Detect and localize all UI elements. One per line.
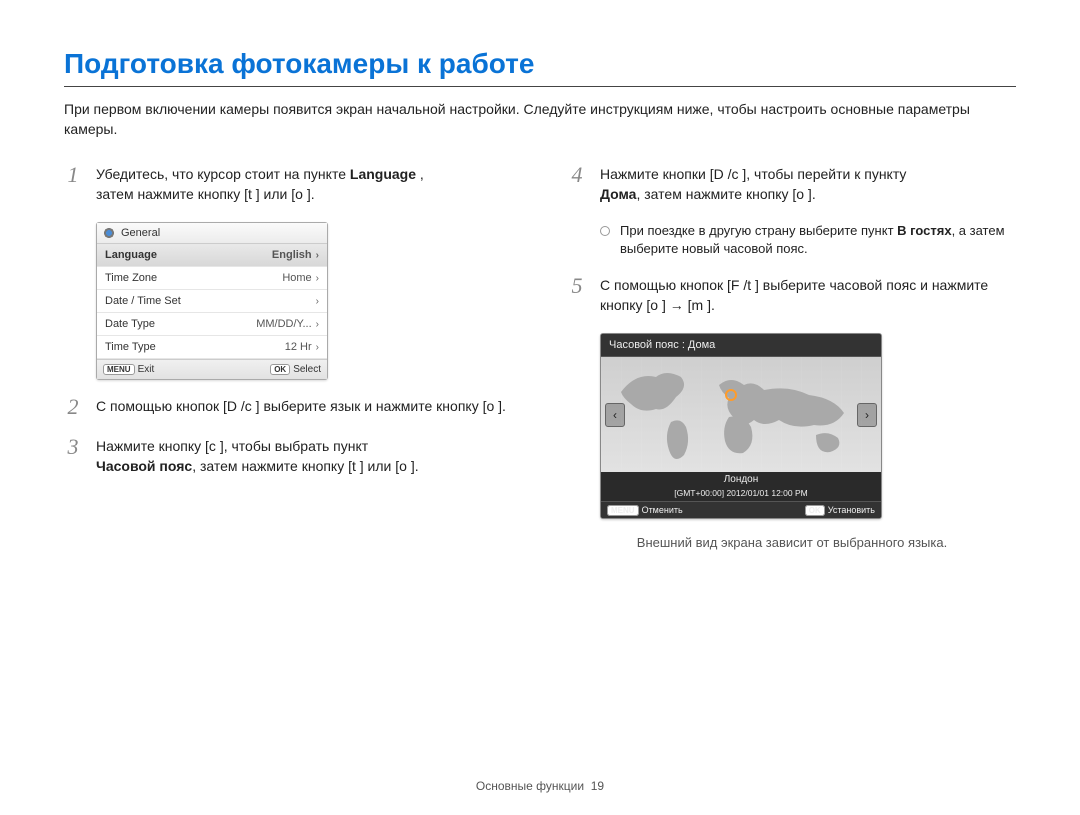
chevron-right-icon: › (316, 250, 319, 261)
keyword-timezone: Часовой пояс (96, 458, 192, 474)
step-2: 2 С помощью кнопок [D /c ] выберите язык… (64, 396, 512, 418)
right-column: 4 Нажмите кнопки [D /c ], чтобы перейти … (568, 164, 1016, 551)
step-1: 1 Убедитесь, что курсор стоит на пункте … (64, 164, 512, 205)
tz-timestamp: [GMT+00:00] 2012/01/01 12:00 PM (601, 487, 881, 502)
text: затем нажмите кнопку [t ] или [o ]. (96, 186, 315, 202)
row-value: Home (282, 272, 311, 284)
footer-section: Основные функции (476, 779, 584, 793)
row-label: Language (105, 249, 157, 261)
keyword-language: Language (350, 166, 416, 182)
menu-chip[interactable]: MENU (607, 505, 639, 516)
row-value: 12 Hr (285, 341, 312, 353)
lcd-row-language[interactable]: Language English › (97, 244, 327, 267)
left-column: 1 Убедитесь, что курсор стоит на пункте … (64, 164, 512, 551)
title-rule (64, 86, 1016, 87)
gear-icon (103, 227, 115, 239)
chevron-right-icon: › (316, 296, 319, 307)
text: Убедитесь, что курсор стоит на пункте (96, 166, 350, 182)
text: , (416, 166, 424, 182)
bullet-icon (600, 226, 610, 236)
camera-lcd-timezone: Часовой пояс : Дома ‹ › (600, 333, 882, 519)
step-number: 3 (64, 436, 82, 477)
tz-footer: MENUОтменить OKУстановить (601, 502, 881, 518)
step-4: 4 Нажмите кнопки [D /c ], чтобы перейти … (568, 164, 1016, 205)
step-number: 1 (64, 164, 82, 205)
world-map: ‹ › (601, 357, 881, 472)
row-label: Date / Time Set (105, 295, 181, 307)
step-number: 5 (568, 275, 586, 316)
intro-text: При первом включении камеры появится экр… (64, 99, 1016, 140)
map-icon (601, 357, 881, 472)
text: Нажмите кнопки [D /c ], чтобы перейти к … (600, 166, 906, 182)
step-5: 5 С помощью кнопок [F /t ] выберите часо… (568, 275, 1016, 316)
step-4-subnote: При поездке в другую страну выберите пун… (568, 222, 1016, 258)
footer-action: Установить (828, 505, 875, 515)
footer-action: Exit (138, 364, 155, 375)
keyword-away: В гостях (897, 223, 951, 238)
footer-action: Select (293, 364, 321, 375)
page-footer: Основные функции 19 (0, 779, 1080, 793)
text: Нажмите кнопку [c ], чтобы выбрать пункт (96, 438, 368, 454)
row-label: Time Zone (105, 272, 157, 284)
step-text: С помощью кнопок [F /t ] выберите часово… (600, 275, 1016, 316)
row-value: English (272, 249, 312, 261)
text: , затем нажмите кнопку [o ]. (636, 186, 815, 202)
step-number: 2 (64, 396, 82, 418)
chevron-right-icon: › (316, 273, 319, 284)
step-number: 4 (568, 164, 586, 205)
footer-action: Отменить (642, 505, 683, 515)
text: , затем нажмите кнопку [t ] или [o ]. (192, 458, 418, 474)
ok-chip[interactable]: OK (270, 364, 290, 375)
lcd-row-datetimeset[interactable]: Date / Time Set › (97, 290, 327, 313)
step-3: 3 Нажмите кнопку [c ], чтобы выбрать пун… (64, 436, 512, 477)
chevron-right-icon: › (316, 319, 319, 330)
ok-chip[interactable]: OK (805, 505, 825, 516)
screenshot-caption: Внешний вид экрана зависит от выбранного… (568, 535, 1016, 550)
row-label: Time Type (105, 341, 156, 353)
menu-chip[interactable]: MENU (103, 364, 135, 375)
page-number: 19 (591, 779, 604, 793)
row-value: MM/DD/Y... (256, 318, 311, 330)
lcd-footer: MENUExit OKSelect (97, 359, 327, 379)
row-label: Date Type (105, 318, 155, 330)
step-text: С помощью кнопок [D /c ] выберите язык и… (96, 396, 506, 418)
keyword-home: Дома (600, 186, 636, 202)
lcd-section-title: General (121, 227, 160, 239)
text: При поездке в другую страну выберите пун… (620, 223, 897, 238)
lcd-row-timezone[interactable]: Time Zone Home › (97, 267, 327, 290)
tz-title: Часовой пояс : Дома (601, 334, 881, 357)
lcd-header: General (97, 223, 327, 244)
page-title: Подготовка фотокамеры к работе (64, 48, 1016, 80)
chevron-right-icon: › (316, 342, 319, 353)
prev-icon[interactable]: ‹ (605, 403, 625, 427)
lcd-row-timetype[interactable]: Time Type 12 Hr › (97, 336, 327, 359)
tz-city: Лондон (601, 472, 881, 487)
next-icon[interactable]: › (857, 403, 877, 427)
camera-lcd-settings: General Language English › Time Zone Home… (96, 222, 328, 380)
lcd-row-datetype[interactable]: Date Type MM/DD/Y... › (97, 313, 327, 336)
